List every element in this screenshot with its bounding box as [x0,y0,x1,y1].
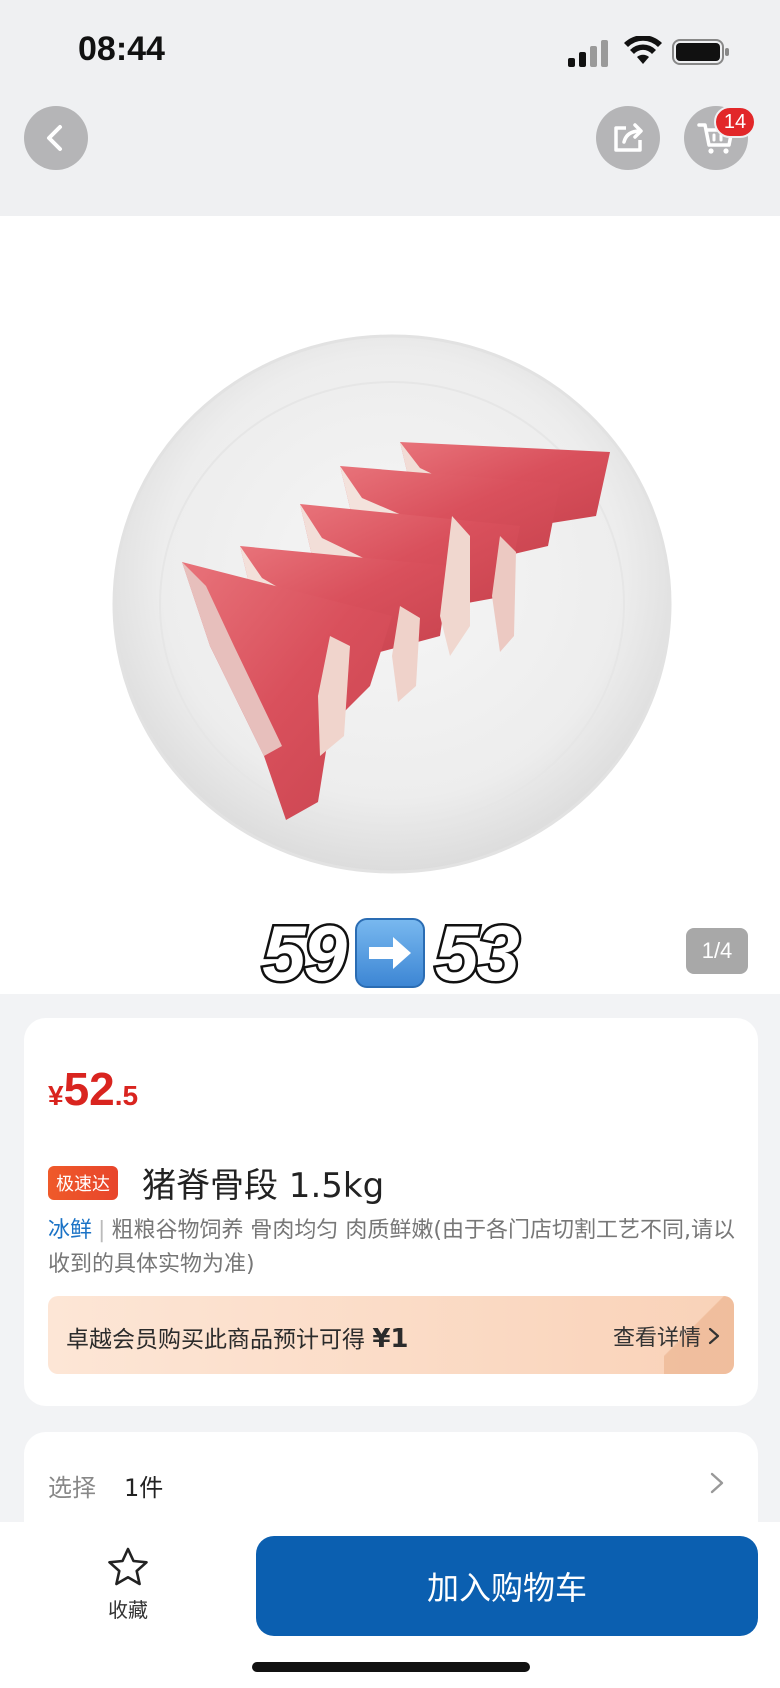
overlay-new-price: 53 [433,906,523,999]
product-image [112,334,672,874]
bottom-action-bar: 收藏 加入购物车 [0,1522,780,1688]
product-price: ¥52.5 [48,1062,138,1116]
chevron-right-icon [708,1327,720,1345]
view-details-label: 查看详情 [612,1326,701,1351]
top-nav: 14 [0,100,780,216]
select-label: 选择 [48,1474,96,1502]
product-title: 猪脊骨段 1.5kg [142,1166,385,1206]
description-text: 粗粮谷物饲养 骨肉均匀 肉质鲜嫩(由于各门店切割工艺不同,请以收到的具体实物为准… [48,1218,736,1277]
view-details-link[interactable]: 查看详情 [613,1320,720,1352]
select-value: 1件 [124,1474,164,1502]
product-info-card: ¥52.5 极速达 猪脊骨段 1.5kg 冰鲜 | 粗粮谷物饲养 骨肉均匀 肉质鲜嫩… [24,1018,758,1406]
product-image-gallery[interactable]: 59 53 1/4 [0,216,780,999]
chevron-right-icon [710,1472,724,1494]
product-title-row: 极速达 猪脊骨段 1.5kg [48,1158,384,1207]
price-drop-overlay: 59 53 [0,906,780,999]
express-delivery-tag: 极速达 [48,1165,118,1200]
favorite-label: 收藏 [108,1598,148,1622]
wifi-icon [624,36,662,64]
member-benefit-amount: ¥1 [372,1324,409,1354]
favorite-button[interactable]: 收藏 [92,1546,164,1623]
share-icon [614,123,643,152]
share-button[interactable] [596,106,660,170]
overlay-old-price: 59 [260,906,350,999]
price-currency: ¥ [48,1080,64,1111]
arrow-right-icon [355,918,425,988]
price-integer: 52 [63,1063,115,1115]
cart-count-badge: 14 [714,106,756,138]
fresh-tag: 冰鲜 [48,1218,93,1243]
status-time: 08:44 [78,30,165,68]
member-benefit-text: 卓越会员购买此商品预计可得 ¥1 [66,1320,409,1354]
status-bar: 08:44 [0,0,780,100]
add-to-cart-button[interactable]: 加入购物车 [256,1536,758,1636]
price-decimal: .5 [114,1080,139,1111]
cellular-signal-icon [568,40,608,67]
star-icon [108,1547,148,1586]
member-benefit-banner[interactable]: 卓越会员购买此商品预计可得 ¥1 查看详情 [48,1296,734,1374]
image-page-indicator: 1/4 [686,928,748,974]
chevron-left-icon [47,125,62,151]
home-indicator [252,1662,530,1672]
battery-icon [672,39,729,65]
divider: | [98,1218,106,1243]
back-button[interactable] [24,106,88,170]
product-description: 冰鲜 | 粗粮谷物饲养 骨肉均匀 肉质鲜嫩(由于各门店切割工艺不同,请以收到的具体实… [48,1214,748,1282]
member-benefit-label: 卓越会员购买此商品预计可得 [66,1327,365,1353]
